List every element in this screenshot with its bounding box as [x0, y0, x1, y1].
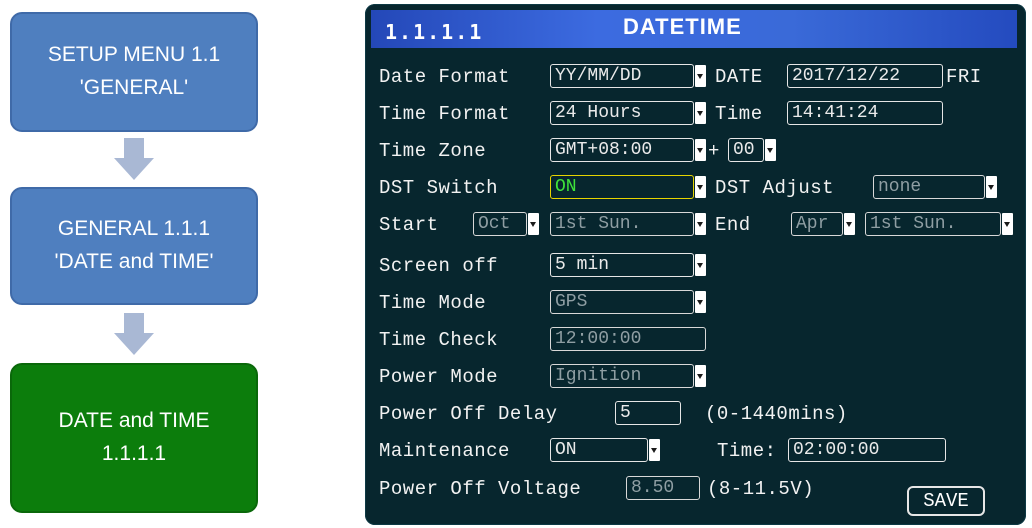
time-field[interactable]: 14:41:24	[787, 101, 943, 125]
flow-step-setup-menu-subtitle: 'GENERAL'	[79, 76, 189, 99]
time-format-select[interactable]: 24 Hours	[550, 101, 694, 125]
start-week-select[interactable]: 1st Sun.	[550, 212, 694, 236]
day-of-week: FRI	[946, 66, 982, 88]
power-off-delay-field[interactable]: 5	[615, 401, 681, 425]
dropdown-arrow-icon[interactable]	[695, 254, 706, 276]
maintenance-time-label: Time:	[717, 440, 777, 462]
maintenance-time-field[interactable]: 02:00:00	[788, 438, 946, 462]
flow-step-setup-menu-title: SETUP MENU 1.1	[47, 43, 221, 67]
time-zone-label: Time Zone	[379, 140, 487, 162]
power-off-voltage-field[interactable]: 8.50	[626, 476, 700, 500]
dropdown-arrow-icon[interactable]	[695, 176, 706, 198]
time-zone-offset-select[interactable]: 00	[728, 138, 764, 162]
power-off-voltage-label: Power Off Voltage	[379, 478, 582, 500]
date-field[interactable]: 2017/12/22	[787, 64, 943, 88]
dropdown-arrow-icon[interactable]	[765, 139, 776, 161]
dropdown-arrow-icon[interactable]	[695, 365, 706, 387]
flow-step-date-time: DATE and TIME 1.1.1.1	[10, 363, 258, 513]
power-mode-select[interactable]: Ignition	[550, 364, 694, 388]
time-label: Time	[715, 103, 763, 125]
dst-adjust-select[interactable]: none	[873, 175, 985, 199]
dropdown-arrow-icon[interactable]	[695, 291, 706, 313]
power-mode-label: Power Mode	[379, 366, 499, 388]
dropdown-arrow-icon[interactable]	[528, 213, 539, 235]
dst-switch-select[interactable]: ON	[550, 175, 694, 199]
time-format-label: Time Format	[379, 103, 510, 125]
time-zone-plus: +	[708, 140, 720, 162]
dropdown-arrow-icon[interactable]	[695, 65, 706, 87]
date-format-select[interactable]: YY/MM/DD	[550, 64, 694, 88]
screen-off-select[interactable]: 5 min	[550, 253, 694, 277]
start-month-select[interactable]: Oct	[473, 212, 527, 236]
time-mode-select[interactable]: GPS	[550, 290, 694, 314]
flow-step-date-time-subtitle: 1.1.1.1	[101, 442, 167, 465]
menu-code: 1.1.1.1	[385, 20, 484, 44]
down-arrow-icon	[114, 313, 154, 357]
screen-header: 1.1.1.1 DATETIME	[371, 10, 1017, 48]
save-button[interactable]: SAVE	[907, 486, 985, 516]
dropdown-arrow-icon[interactable]	[695, 102, 706, 124]
flow-step-setup-menu: SETUP MENU 1.1 'GENERAL'	[10, 12, 258, 132]
time-zone-select[interactable]: GMT+08:00	[550, 138, 694, 162]
end-week-select[interactable]: 1st Sun.	[865, 212, 1001, 236]
time-check-field[interactable]: 12:00:00	[550, 327, 706, 351]
end-label: End	[715, 214, 751, 236]
date-label: DATE	[715, 66, 763, 88]
date-format-label: Date Format	[379, 66, 510, 88]
dst-switch-label: DST Switch	[379, 177, 499, 199]
maintenance-label: Maintenance	[379, 440, 510, 462]
flow-step-general-subtitle: 'DATE and TIME'	[54, 250, 214, 273]
flow-step-date-time-title: DATE and TIME	[58, 409, 210, 433]
maintenance-select[interactable]: ON	[550, 438, 648, 462]
dvr-datetime-screen: 1.1.1.1 DATETIME Date Format YY/MM/DD DA…	[365, 4, 1026, 525]
power-off-delay-range: (0-1440mins)	[705, 403, 848, 425]
start-label: Start	[379, 214, 439, 236]
dropdown-arrow-icon[interactable]	[986, 176, 997, 198]
dropdown-arrow-icon[interactable]	[844, 213, 855, 235]
dropdown-arrow-icon[interactable]	[695, 139, 706, 161]
power-off-delay-label: Power Off Delay	[379, 403, 558, 425]
dropdown-arrow-icon[interactable]	[695, 213, 706, 235]
screen-off-label: Screen off	[379, 255, 499, 277]
dst-adjust-label: DST Adjust	[715, 177, 835, 199]
end-month-select[interactable]: Apr	[791, 212, 843, 236]
flow-step-general: GENERAL 1.1.1 'DATE and TIME'	[10, 187, 258, 305]
time-mode-label: Time Mode	[379, 292, 487, 314]
flow-step-general-title: GENERAL 1.1.1	[57, 217, 211, 241]
dropdown-arrow-icon[interactable]	[1002, 213, 1013, 235]
power-off-voltage-range: (8-11.5V)	[707, 478, 815, 500]
screen-title: DATETIME	[623, 14, 742, 39]
dropdown-arrow-icon[interactable]	[649, 439, 660, 461]
time-check-label: Time Check	[379, 329, 499, 351]
down-arrow-icon	[114, 138, 154, 182]
